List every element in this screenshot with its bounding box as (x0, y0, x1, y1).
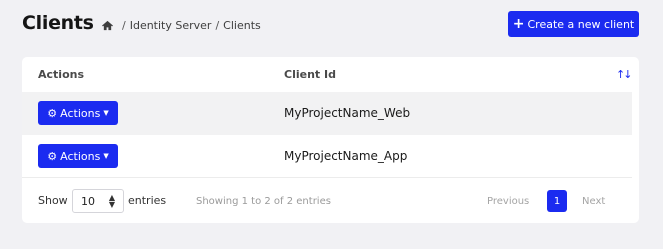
actions-dropdown-button[interactable]: ⚙ Actions ▼ (38, 144, 118, 168)
previous-page-button[interactable]: Previous (487, 196, 529, 207)
next-page-button[interactable]: Next (582, 196, 605, 207)
home-icon[interactable] (101, 20, 114, 31)
entries-label: entries (128, 194, 167, 207)
breadcrumb: / Identity Server / Clients (101, 19, 261, 32)
actions-label: Actions (60, 149, 101, 163)
table-row: ⚙ Actions ▼ MyProjectName_Web (22, 92, 632, 135)
actions-label: Actions (60, 106, 101, 120)
column-header-actions: Actions (38, 68, 84, 81)
create-client-button[interactable]: + Create a new client (508, 11, 639, 37)
table-footer: Show 10 ▲ ▼ entries Showing 1 to 2 of 2 e… (22, 182, 639, 223)
create-client-label: Create a new client (527, 17, 635, 31)
table-row: ⚙ Actions ▼ MyProjectName_App (22, 135, 632, 178)
page-size-value: 10 (81, 194, 95, 208)
plus-icon: + (512, 16, 525, 32)
client-id-cell: MyProjectName_Web (284, 106, 411, 120)
page-size-select[interactable]: 10 ▲ ▼ (72, 189, 124, 213)
page-button-current[interactable]: 1 (547, 190, 567, 212)
client-id-cell: MyProjectName_App (284, 149, 408, 163)
breadcrumb-separator: / (215, 19, 220, 32)
gear-icon: ⚙ (47, 149, 58, 163)
breadcrumb-separator: / (122, 19, 126, 32)
caret-down-icon: ▼ (103, 152, 109, 160)
table-info: Showing 1 to 2 of 2 entries (196, 196, 331, 207)
page-title: Clients (22, 12, 94, 34)
sort-icon[interactable]: ↑↓ (616, 68, 633, 81)
column-header-client-id[interactable]: Client Id (284, 68, 336, 81)
gear-icon: ⚙ (47, 106, 58, 120)
breadcrumb-clients: Clients (223, 19, 261, 32)
breadcrumb-identity-server[interactable]: Identity Server (130, 19, 212, 32)
caret-down-icon: ▼ (103, 109, 109, 117)
select-arrows-icon: ▲ ▼ (108, 193, 115, 209)
page-header: Clients / Identity Server / Clients + Cr… (0, 0, 663, 50)
clients-card: Actions Client Id ↑↓ ⚙ Actions ▼ MyProje… (22, 57, 639, 223)
actions-dropdown-button[interactable]: ⚙ Actions ▼ (38, 101, 118, 125)
table-header: Actions Client Id ↑↓ (22, 57, 639, 92)
show-label: Show (38, 194, 68, 207)
